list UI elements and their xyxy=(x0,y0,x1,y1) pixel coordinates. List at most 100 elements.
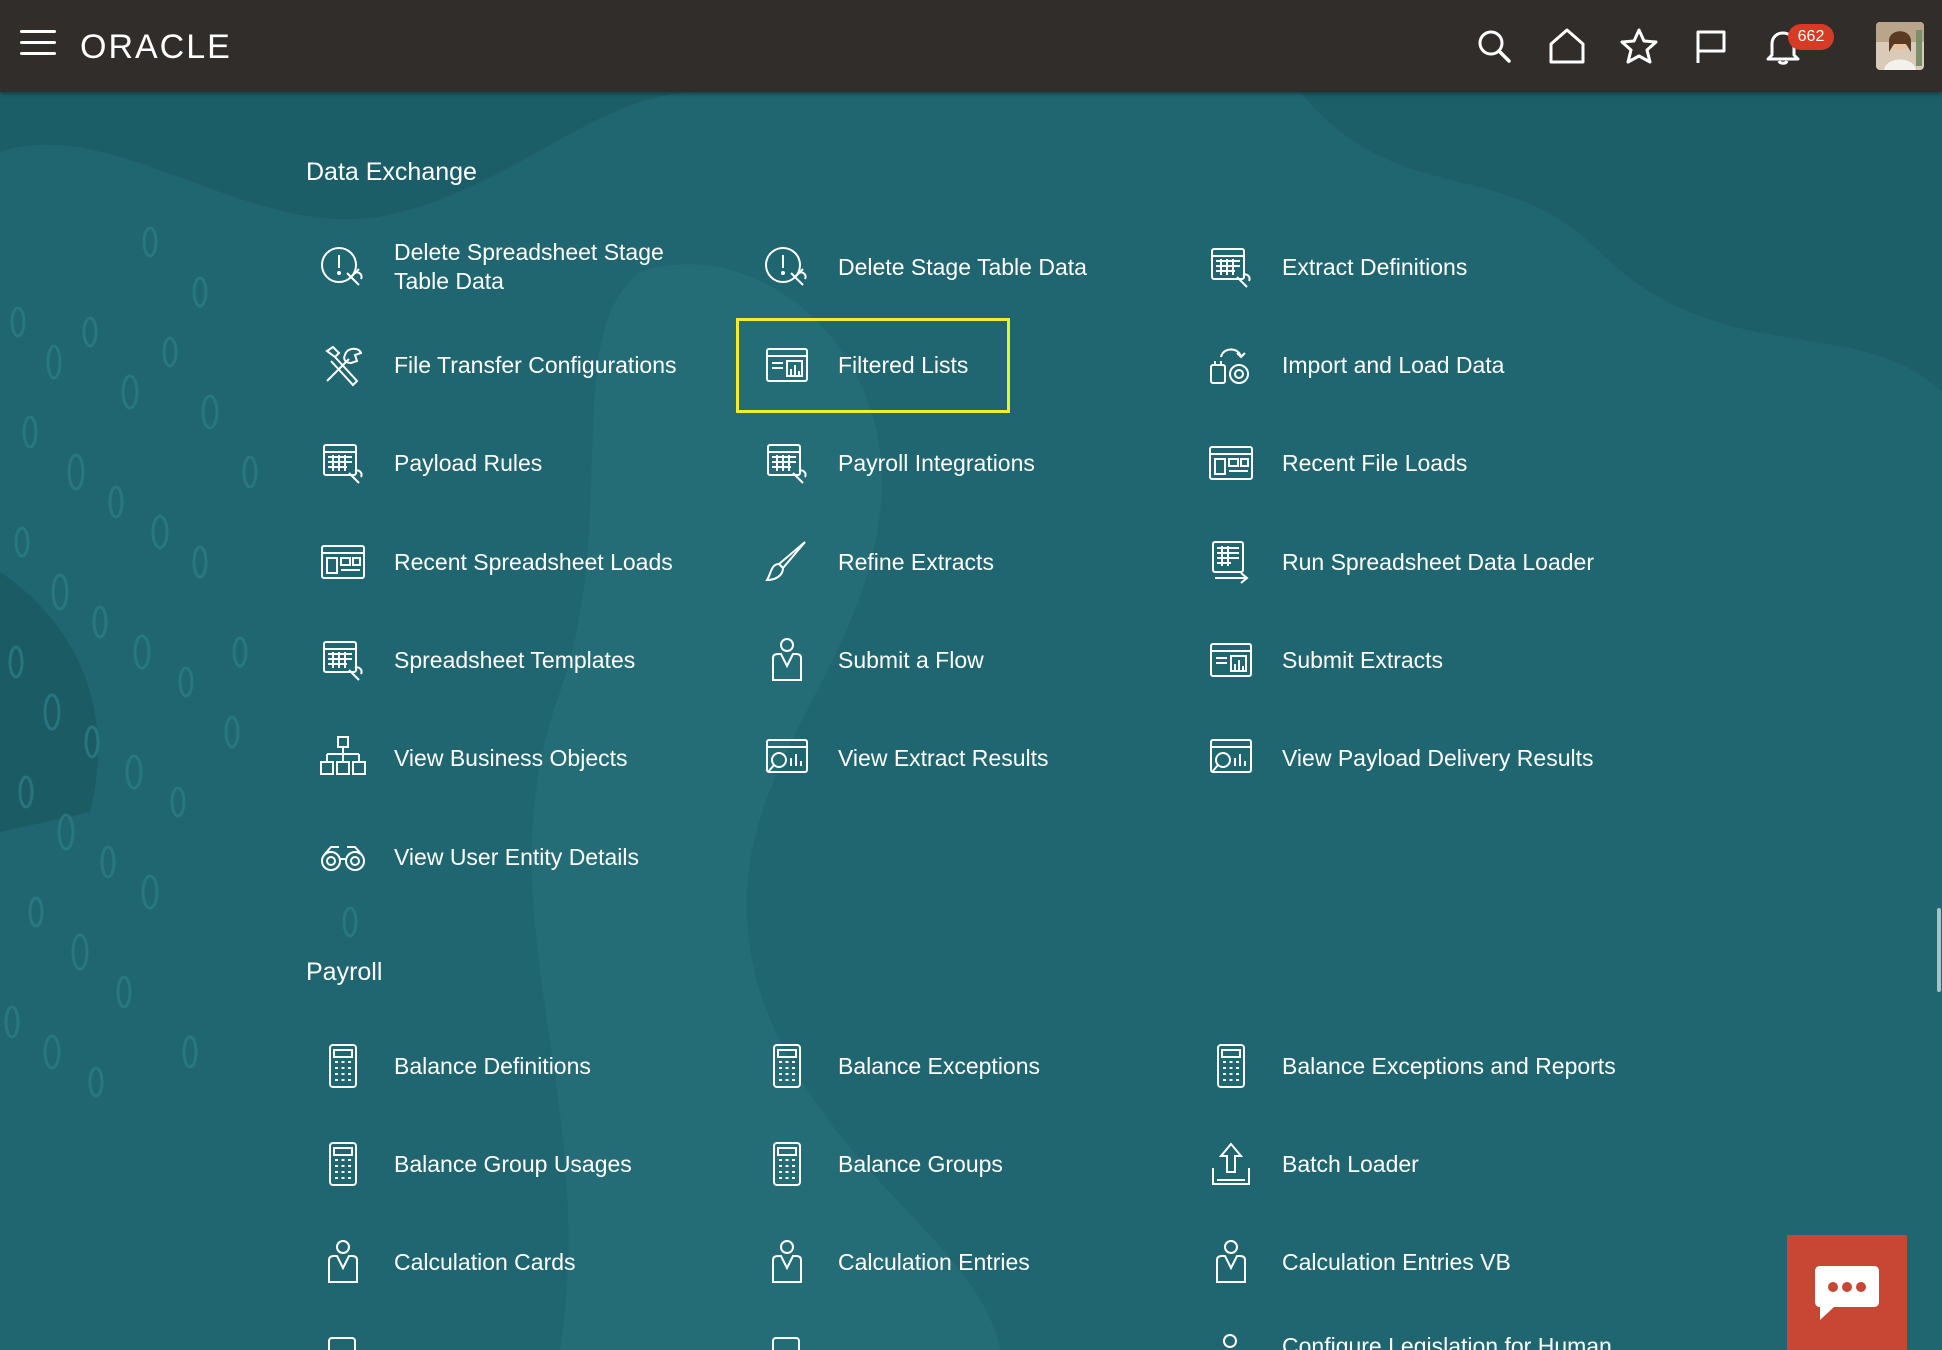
dashboard-icon xyxy=(1206,438,1256,488)
task-extract-definitions[interactable]: Extract Definitions xyxy=(1206,237,1467,297)
person-check-icon xyxy=(1206,1330,1256,1350)
favorites-icon[interactable] xyxy=(1617,24,1661,68)
task-label: Recent File Loads xyxy=(1282,449,1468,476)
task-label: Balance Group Usages xyxy=(394,1150,632,1177)
task-label: Refine Extracts xyxy=(838,548,994,575)
alert-wrench-icon xyxy=(318,242,368,292)
task-view-extract-results[interactable]: View Extract Results xyxy=(762,728,1048,788)
task-delete-stage-table-data[interactable]: Delete Stage Table Data xyxy=(762,237,1087,297)
task-view-business-objects[interactable]: View Business Objects xyxy=(318,728,628,788)
chat-button[interactable] xyxy=(1787,1235,1907,1350)
person-check-icon xyxy=(318,1237,368,1287)
sheet-wrench-icon xyxy=(318,635,368,685)
sheet-wrench-icon xyxy=(762,438,812,488)
task-label: Calculation Entries VB xyxy=(1282,1248,1511,1275)
notification-badge: 662 xyxy=(1788,24,1834,50)
upload-icon xyxy=(1206,1139,1256,1189)
task-balance-group-usages[interactable]: Balance Group Usages xyxy=(318,1134,632,1194)
task-label: Calculation Cards xyxy=(394,1248,576,1275)
alert-wrench-icon xyxy=(762,242,812,292)
tools-icon xyxy=(318,340,368,390)
task-label: Calculation Entries xyxy=(838,1248,1030,1275)
brush-icon xyxy=(762,537,812,587)
task-label: Delete Stage Table Data xyxy=(838,253,1087,280)
person-check-icon xyxy=(762,635,812,685)
global-header: ORACLE 662 xyxy=(0,0,1942,92)
task-submit-extracts[interactable]: Submit Extracts xyxy=(1206,630,1443,690)
oracle-logo[interactable]: ORACLE xyxy=(80,28,250,66)
task-label: View User Entity Details xyxy=(394,843,639,870)
calculator-icon xyxy=(762,1139,812,1189)
task-payroll-integrations[interactable]: Payroll Integrations xyxy=(762,433,1035,493)
task-refine-extracts[interactable]: Refine Extracts xyxy=(762,532,994,592)
sheet-arrow-icon xyxy=(1206,537,1256,587)
report-chart-icon xyxy=(1206,635,1256,685)
task-label: Run Spreadsheet Data Loader xyxy=(1282,548,1594,575)
task-label: Batch Loader xyxy=(1282,1150,1419,1177)
task-calculation-entries[interactable]: Calculation Entries xyxy=(762,1232,1030,1292)
task-balance-exceptions-and-reports[interactable]: Balance Exceptions and Reports xyxy=(1206,1036,1616,1096)
sheet-wrench-icon xyxy=(1206,242,1256,292)
calculator-icon xyxy=(318,1041,368,1091)
task-label: Submit Extracts xyxy=(1282,646,1444,673)
task-run-spreadsheet-data-loader[interactable]: Run Spreadsheet Data Loader xyxy=(1206,532,1594,592)
report-search-icon xyxy=(1206,733,1256,783)
task-label: View Business Objects xyxy=(394,744,628,771)
chat-bubble-icon xyxy=(1815,1265,1879,1320)
task-label: Extract Definitions xyxy=(1282,253,1468,280)
task-label: Balance Exceptions xyxy=(838,1052,1041,1079)
dashboard-icon xyxy=(318,537,368,587)
task-balance-definitions[interactable]: Balance Definitions xyxy=(318,1036,591,1096)
task-calculation-cards[interactable]: Calculation Cards xyxy=(318,1232,576,1292)
calculator-icon xyxy=(762,1334,812,1350)
selection-highlight xyxy=(736,318,1010,413)
scrollbar[interactable] xyxy=(1937,908,1941,992)
task-spreadsheet-templates[interactable]: Spreadsheet Templates xyxy=(318,630,635,690)
task-recent-file-loads[interactable]: Recent File Loads xyxy=(1206,433,1467,493)
person-check-icon xyxy=(1206,1237,1256,1287)
task-label: Balance Groups xyxy=(838,1150,1003,1177)
task-label: View Payload Delivery Results xyxy=(1282,744,1594,771)
task-label: View Extract Results xyxy=(838,744,1049,771)
avatar[interactable] xyxy=(1876,22,1924,70)
home-icon[interactable] xyxy=(1545,24,1589,68)
task-batch-loader[interactable]: Batch Loader xyxy=(1206,1134,1419,1194)
task-delete-spreadsheet-stage-table-data[interactable]: Delete Spreadsheet Stage Table Data xyxy=(318,237,714,297)
task-label: Balance Exceptions and Reports xyxy=(1282,1052,1616,1079)
task-label: Payload Rules xyxy=(394,449,543,476)
calculator-icon xyxy=(1206,1041,1256,1091)
flag-icon[interactable] xyxy=(1689,24,1733,68)
task-label: Submit a Flow xyxy=(838,646,984,673)
task-view-user-entity-details[interactable]: View User Entity Details xyxy=(318,827,639,887)
task-view-payload-delivery-results[interactable]: View Payload Delivery Results xyxy=(1206,728,1594,788)
task-recent-spreadsheet-loads[interactable]: Recent Spreadsheet Loads xyxy=(318,532,673,592)
task-file-transfer-configurations[interactable]: File Transfer Configurations xyxy=(318,335,677,395)
task-label: Configure Legislation for Human xyxy=(1282,1333,1612,1350)
section-title-payroll: Payroll xyxy=(306,958,383,986)
task-configure-legislation-for-human[interactable]: Configure Legislation for Human xyxy=(1206,1330,1626,1350)
task-balance-exceptions[interactable]: Balance Exceptions xyxy=(762,1036,1040,1096)
binoculars-icon xyxy=(318,832,368,882)
search-icon[interactable] xyxy=(1472,24,1516,68)
calculator-icon xyxy=(762,1041,812,1091)
task-payload-rules[interactable]: Payload Rules xyxy=(318,433,542,493)
task-import-and-load-data[interactable]: Import and Load Data xyxy=(1206,335,1504,395)
task-label: Delete Spreadsheet Stage Table Data xyxy=(394,239,664,294)
task-label: Import and Load Data xyxy=(1282,351,1505,378)
sheet-wrench-icon xyxy=(318,438,368,488)
calculator-icon xyxy=(318,1334,368,1350)
task-balance-groups[interactable]: Balance Groups xyxy=(762,1134,1003,1194)
task-label: Recent Spreadsheet Loads xyxy=(394,548,673,575)
brand-text: ORACLE xyxy=(80,28,232,64)
hierarchy-icon xyxy=(318,733,368,783)
person-check-icon xyxy=(762,1237,812,1287)
task-label: Payroll Integrations xyxy=(838,449,1035,476)
calculator-icon xyxy=(318,1139,368,1189)
task-calculation-entries-vb[interactable]: Calculation Entries VB xyxy=(1206,1232,1511,1292)
task-label: File Transfer Configurations xyxy=(394,351,677,378)
task-submit-a-flow[interactable]: Submit a Flow xyxy=(762,630,984,690)
menu-icon[interactable] xyxy=(20,30,56,62)
task-label: Balance Definitions xyxy=(394,1052,591,1079)
section-title-data-exchange: Data Exchange xyxy=(306,158,477,186)
task-label: Spreadsheet Templates xyxy=(394,646,636,673)
